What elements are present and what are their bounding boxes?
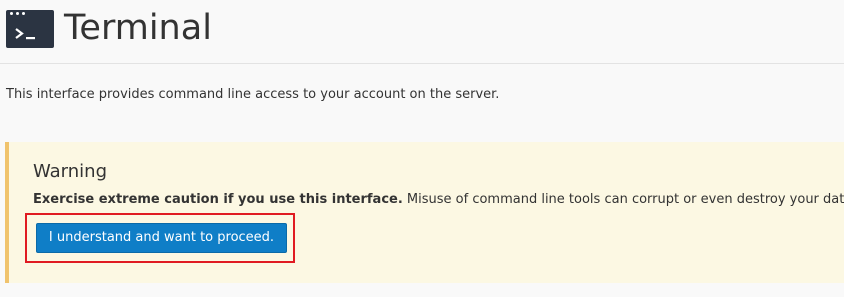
header-divider (0, 63, 844, 64)
warning-heading: Warning (33, 161, 108, 182)
highlight-outline: I understand and want to proceed. (25, 213, 295, 263)
prompt-icon (15, 28, 35, 40)
warning-bold-text: Exercise extreme caution if you use this… (33, 192, 403, 207)
dot-icon (22, 12, 25, 15)
terminal-icon (6, 10, 54, 48)
page-title: Terminal (64, 8, 212, 48)
warning-text: Misuse of command line tools can corrupt… (402, 192, 844, 207)
warning-message: Exercise extreme caution if you use this… (33, 191, 844, 209)
warning-alert: Warning Exercise extreme caution if you … (5, 142, 844, 283)
page-description: This interface provides command line acc… (6, 87, 500, 102)
proceed-button[interactable]: I understand and want to proceed. (36, 223, 287, 253)
dot-icon (16, 12, 19, 15)
page-header: Terminal (0, 0, 844, 62)
window-dots-icon (10, 12, 30, 16)
dot-icon (10, 12, 13, 15)
